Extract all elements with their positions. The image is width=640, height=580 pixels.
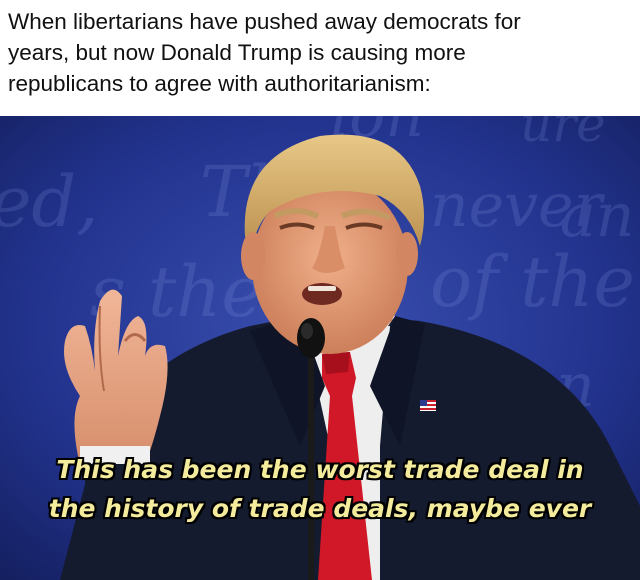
svg-text:of the Pe: of the Pe — [430, 241, 640, 323]
subtitle-line-1: This has been the worst trade deal in — [56, 455, 584, 484]
flag-pin — [420, 400, 436, 411]
caption-line-1: When libertarians have pushed away democ… — [8, 9, 521, 34]
svg-text:ed,: ed, — [0, 161, 99, 243]
subtitle: This has been the worst trade deal in th… — [0, 450, 640, 528]
caption-line-2: years, but now Donald Trump is causing m… — [8, 40, 466, 65]
caption-line-3: republicans to agree with authoritariani… — [8, 71, 431, 96]
subtitle-line-2: the history of trade deals, maybe ever — [48, 494, 592, 523]
svg-text:ure: ure — [520, 116, 606, 153]
caption-text: When libertarians have pushed away democ… — [8, 6, 632, 99]
meme: When libertarians have pushed away democ… — [0, 0, 640, 580]
caption-area: When libertarians have pushed away democ… — [0, 0, 640, 116]
